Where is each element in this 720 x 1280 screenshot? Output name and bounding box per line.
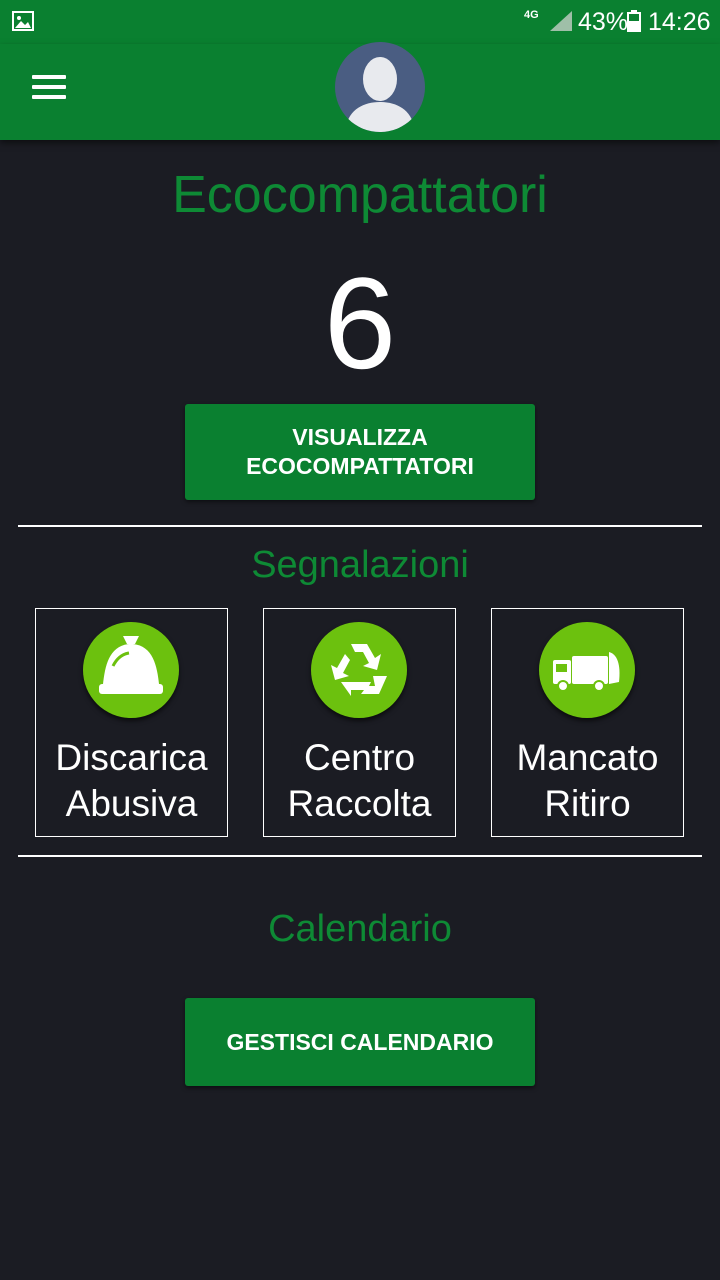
signal-icon (550, 11, 572, 31)
gestisci-calendario-button[interactable]: GESTISCI CALENDARIO (185, 998, 535, 1086)
calendario-title: Calendario (268, 908, 452, 950)
hamburger-menu-icon[interactable] (28, 70, 70, 110)
divider (18, 855, 702, 857)
discarica-abusiva-card[interactable]: Discarica Abusiva (35, 608, 228, 837)
visualizza-ecocompattatori-button[interactable]: VISUALIZZA ECOCOMPATTATORI (185, 404, 535, 500)
garbage-bag-icon (83, 622, 179, 718)
card-label: Centro Raccolta (287, 737, 432, 824)
divider (18, 525, 702, 527)
app-bar (0, 42, 720, 140)
user-avatar-icon[interactable] (335, 42, 425, 132)
battery-icon (627, 10, 641, 32)
network-type: 4G (524, 9, 539, 21)
clock: 14:26 (648, 8, 711, 36)
ecocompattatori-count: 6 (323, 250, 397, 396)
card-label: Mancato Ritiro (516, 737, 659, 824)
centro-raccolta-card[interactable]: Centro Raccolta (263, 608, 456, 837)
gallery-notification-icon (12, 11, 34, 31)
ecocompattatori-title: Ecocompattatori (172, 166, 548, 224)
garbage-truck-icon (539, 622, 635, 718)
card-label: Discarica Abusiva (55, 737, 208, 824)
segnalazioni-title: Segnalazioni (251, 544, 469, 586)
status-bar: 4G 43% 14:26 (0, 0, 720, 44)
recycle-icon (311, 622, 407, 718)
mancato-ritiro-card[interactable]: Mancato Ritiro (491, 608, 684, 837)
battery-percent: 43% (578, 8, 629, 36)
